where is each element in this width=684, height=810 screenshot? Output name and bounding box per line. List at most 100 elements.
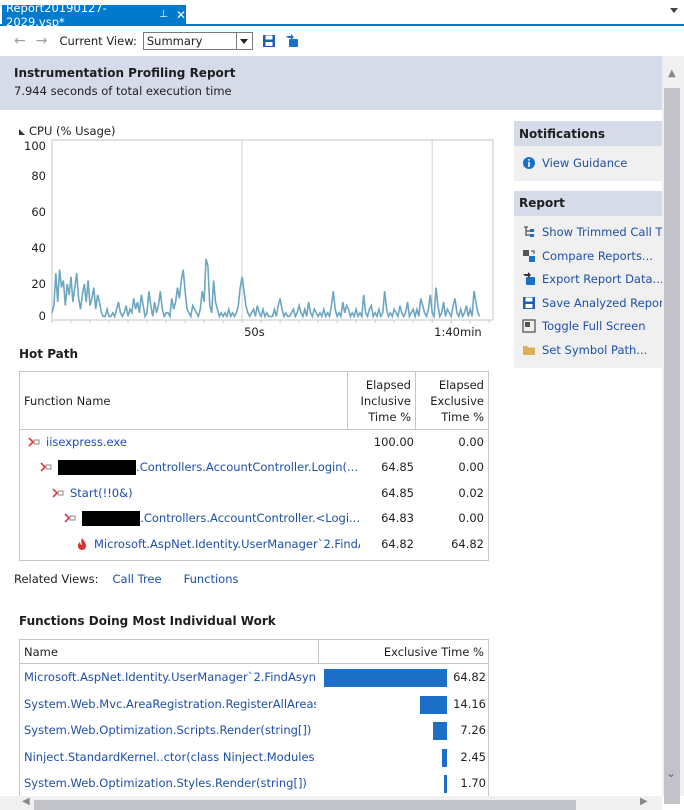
report-toolbar: ← → Current View: Summary [0,28,684,54]
scroll-right-icon[interactable]: ▶ [640,796,648,807]
table-row[interactable]: .Controllers.AccountController.Login(...… [20,457,490,477]
document-tab-title: Report20190127-2029.vsp* [6,0,107,29]
tab-overflow-chevron-icon[interactable] [670,8,678,13]
function-name[interactable]: System.Web.Mvc.AreaRegistration.Register… [24,697,316,711]
redacted-text [82,510,141,526]
report-actions-header: Report [514,190,662,216]
execution-time: 7.944 seconds of total execution time [14,84,232,98]
toggle-full-screen-link[interactable]: Toggle Full Screen [514,315,662,339]
exclusive-time-value: 64.82 [453,670,486,684]
exclusive-time-bar [420,695,447,714]
y-tick-label: 60 [31,205,46,219]
function-name[interactable]: Ninject.StandardKernel..ctor(class Ninje… [24,750,316,764]
call-tree-link[interactable]: Call Tree [113,572,162,586]
hot-path-title: Hot Path [19,347,79,361]
y-tick-label: 100 [24,139,46,153]
flame-icon [78,538,86,550]
vertical-scrollbar[interactable]: ▲ ⌄ [662,56,684,804]
table-row[interactable]: iisexpress.exe 100.00 0.00 [20,432,490,452]
compare-icon [523,249,535,262]
notifications-header: Notifications [514,121,662,146]
function-name[interactable]: Start(!!0&) [70,486,133,500]
set-symbol-path-link[interactable]: Set Symbol Path... [514,338,662,362]
export-icon [523,272,535,286]
document-tab[interactable]: Report20190127-2029.vsp* ⊥ ✕ [2,1,186,29]
call-tree-icon [524,226,534,238]
column-inclusive[interactable]: Elapsed Inclusive Time % [348,372,416,429]
table-row[interactable]: Microsoft.AspNet.Identity.UserManager`2.… [20,534,490,554]
horizontal-scrollbar[interactable]: ◀ ▶ [0,796,662,810]
exclusive-value: 0.00 [458,511,484,525]
function-name[interactable]: .Controllers.AccountController.<Logi... [140,511,360,525]
view-guidance-link[interactable]: View Guidance [514,151,662,175]
table-row[interactable]: Microsoft.AspNet.Identity.UserManager`2.… [20,666,490,692]
exclusive-time-value: 2.45 [460,749,486,764]
folder-icon [523,345,535,355]
hot-path-icon [28,437,40,447]
y-tick-label: 80 [31,169,46,183]
report-title: Instrumentation Profiling Report [14,66,236,80]
related-views-label: Related Views: [14,572,99,586]
exclusive-time-bar [443,775,447,793]
info-icon [523,156,535,169]
vertical-scroll-thumb[interactable] [664,88,680,804]
hot-path-icon [64,513,76,523]
plot-area [51,139,494,321]
function-name[interactable]: .Controllers.AccountController.Login(... [136,460,358,474]
column-exclusive-time[interactable]: Exclusive Time % [319,645,488,659]
current-view-select[interactable]: Summary [142,32,253,50]
most-work-header: Name Exclusive Time % [20,639,488,664]
redacted-text [58,459,137,475]
save-icon[interactable] [262,34,276,48]
chevron-down-icon[interactable] [235,33,252,49]
exclusive-time-bar [442,748,447,767]
pin-icon[interactable]: ⊥ [159,9,168,20]
show-trimmed-call-tree-link[interactable]: Show Trimmed Call Tree [514,221,662,245]
exclusive-time-value: 7.26 [460,723,486,737]
table-row[interactable]: Ninject.StandardKernel..ctor(class Ninje… [20,746,490,772]
x-tick-label: 1:40min [434,325,482,339]
export-report-data-link[interactable]: Export Report Data... [514,268,662,292]
exclusive-value: 0.00 [458,435,484,449]
side-panel: Notifications View Guidance Report Show … [514,121,662,368]
report-header: Instrumentation Profiling Report 7.944 s… [0,56,662,110]
compare-reports-link[interactable]: Compare Reports... [514,244,662,268]
x-tick-label: 50s [244,325,265,339]
close-icon[interactable]: ✕ [176,8,186,22]
function-name[interactable]: System.Web.Optimization.Scripts.Render(s… [24,723,316,737]
current-view-label: Current View: [59,34,137,48]
most-work-table: Name Exclusive Time % Microsoft.AspNet.I… [19,639,489,796]
table-row[interactable]: System.Web.Mvc.AreaRegistration.Register… [20,693,490,719]
current-view-value: Summary [146,34,203,48]
cpu-usage-chart: 100 80 60 40 20 0 50s 1:40min [24,139,494,339]
report-actions-list: Show Trimmed Call Tree Compare Reports..… [514,215,662,368]
table-row[interactable]: .Controllers.AccountController.<Logi... … [20,508,490,528]
function-name[interactable]: Microsoft.AspNet.Identity.UserManager`2.… [94,537,390,551]
table-row[interactable]: System.Web.Optimization.Scripts.Render(s… [20,719,490,745]
related-views: Related Views: Call Tree Functions [14,572,261,586]
function-name[interactable]: System.Web.Optimization.Styles.Render(st… [24,776,316,790]
function-name[interactable]: iisexpress.exe [46,435,127,449]
y-tick-label: 20 [31,277,46,291]
inclusive-value: 64.82 [360,537,414,551]
save-analyzed-report-link[interactable]: Save Analyzed Report... [514,291,662,315]
table-row[interactable]: Start(!!0&) 64.85 0.02 [20,483,490,503]
exclusive-time-bar [433,722,447,740]
back-arrow-icon[interactable]: ← [14,33,26,49]
table-row[interactable]: System.Web.Optimization.Styles.Render(st… [20,772,490,798]
scroll-down-icon[interactable]: ⌄ [666,766,676,780]
export-icon[interactable] [285,34,299,48]
column-exclusive[interactable]: Elapsed Exclusive Time % [416,372,488,429]
exclusive-value: 64.82 [451,537,484,551]
horizontal-scroll-thumb[interactable] [34,800,576,810]
functions-link[interactable]: Functions [184,572,239,586]
function-name[interactable]: Microsoft.AspNet.Identity.UserManager`2.… [24,670,316,684]
forward-arrow-icon[interactable]: → [36,33,48,49]
document-tab-bar: Report20190127-2029.vsp* ⊥ ✕ [0,0,684,29]
fullscreen-icon [522,319,536,333]
hot-path-header: Function Name Elapsed Inclusive Time % Ela… [20,372,488,430]
exclusive-time-value: 1.70 [460,776,486,790]
scroll-up-icon[interactable]: ▲ [668,68,676,79]
column-name[interactable]: Name [20,639,319,664]
column-function-name[interactable]: Function Name [20,372,348,429]
